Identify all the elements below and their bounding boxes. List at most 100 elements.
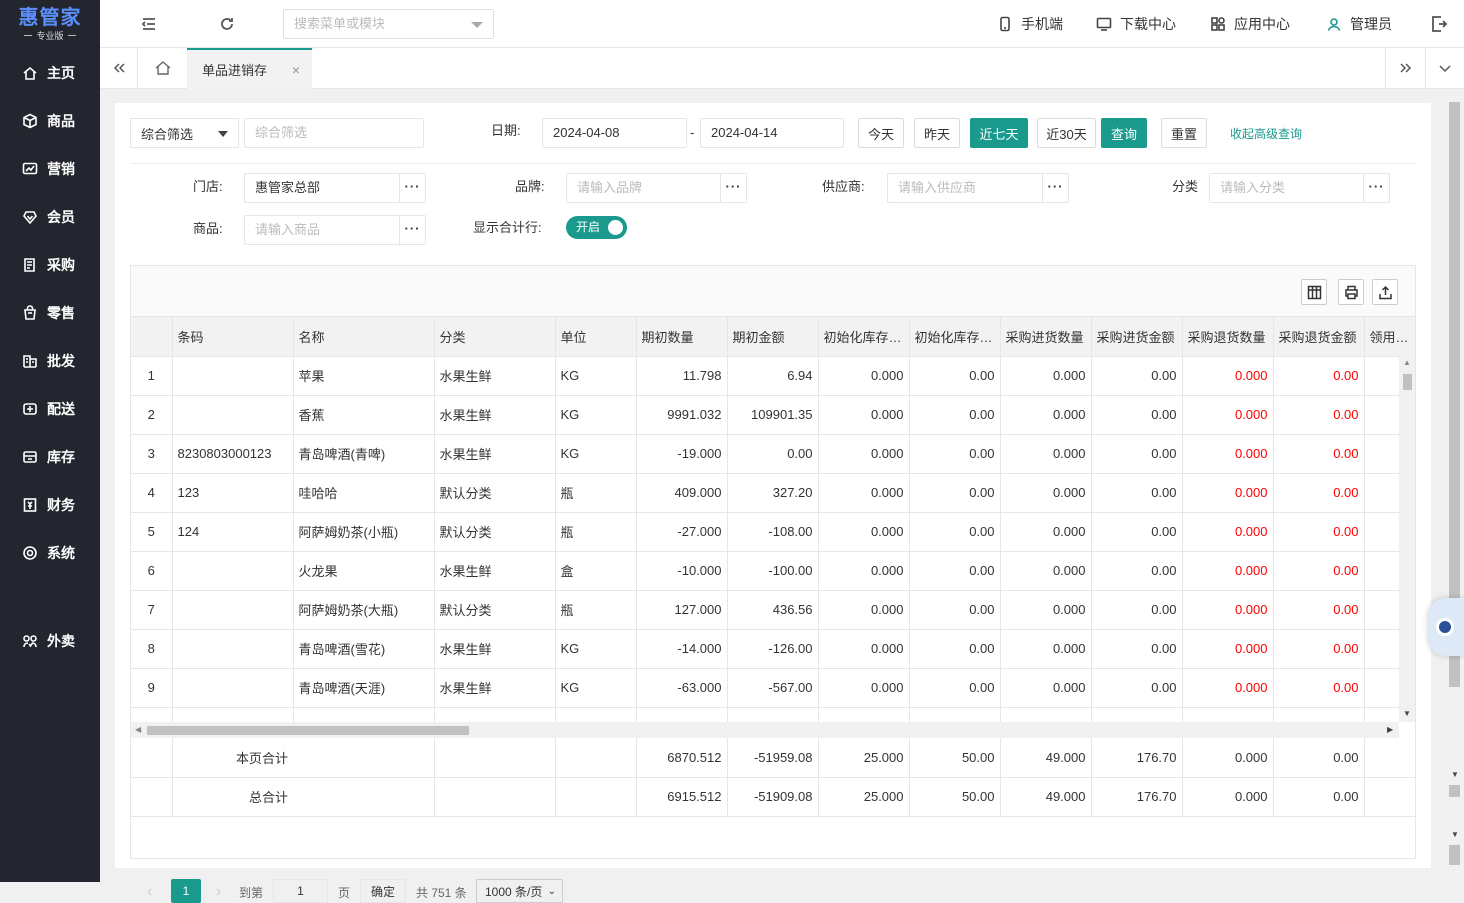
page-scrollbar[interactable]: ▼ ▼ — [1446, 90, 1464, 882]
combo-filter-input[interactable]: 综合筛选 — [244, 118, 424, 148]
user-menu[interactable]: 管理员 — [1326, 0, 1392, 48]
logout-icon[interactable] — [1430, 15, 1448, 33]
column-header[interactable]: 采购退货金额 — [1273, 317, 1365, 357]
column-header[interactable]: 领用入库 — [1364, 317, 1415, 357]
menu-search-input[interactable]: 搜索菜单或模块 — [283, 9, 494, 39]
sidebar-item-chart[interactable]: 营销 — [0, 149, 100, 189]
close-icon[interactable]: × — [292, 62, 300, 78]
query-button[interactable]: 查询 — [1101, 118, 1147, 148]
tab-home[interactable] — [138, 48, 187, 88]
toggle-knob — [608, 220, 623, 235]
more-icon[interactable]: ··· — [399, 174, 425, 202]
table-row[interactable] — [131, 707, 1399, 722]
sidebar-item-diamond[interactable]: 会员 — [0, 197, 100, 237]
combo-filter-select[interactable]: 综合筛选 — [130, 118, 239, 148]
today-button[interactable]: 今天 — [858, 118, 904, 148]
next-page-icon[interactable]: › — [216, 883, 221, 901]
product-input[interactable]: 请输入商品 ··· — [244, 215, 426, 245]
column-header[interactable]: 条码 — [172, 317, 294, 357]
date-from-input[interactable]: 2024-04-08 — [542, 118, 687, 148]
sidebar-item-building[interactable]: 批发 — [0, 341, 100, 381]
table-cell — [1364, 590, 1399, 630]
export-button[interactable] — [1372, 279, 1398, 305]
sidebar-item-list[interactable]: 采购 — [0, 245, 100, 285]
last-7-days-button[interactable]: 近七天 — [970, 118, 1028, 148]
refresh-icon[interactable] — [217, 14, 237, 34]
vscroll-thumb[interactable] — [1403, 374, 1412, 390]
mobile-link[interactable]: 手机端 — [997, 0, 1063, 48]
column-header[interactable]: 初始化库存数量 — [818, 317, 910, 357]
tab-scroll-left-button[interactable] — [100, 48, 138, 88]
column-header[interactable]: 采购进货金额 — [1091, 317, 1183, 357]
floating-assistant-button[interactable] — [1428, 598, 1464, 656]
page-size-select[interactable]: 1000 条/页 ⌄ — [476, 879, 563, 903]
table-cell: 0.00 — [1091, 473, 1183, 513]
tab-scroll-right-button[interactable] — [1385, 48, 1425, 88]
table-row[interactable]: 9 青岛啤酒(天涯) 水果生鲜 KG -63.000 -567.00 0.000 0.00 0.… — [131, 668, 1399, 708]
table-row[interactable]: 8 青岛啤酒(雪花) 水果生鲜 KG -14.000 -126.00 0.000 0.00 0.… — [131, 629, 1399, 669]
horizontal-scrollbar[interactable]: ◀ ▶ — [131, 722, 1399, 738]
scroll-thumb-secondary[interactable] — [1449, 785, 1460, 797]
more-icon[interactable]: ··· — [399, 216, 425, 244]
tab-single-product-report[interactable]: 单品进销存 × — [187, 48, 312, 89]
total-row-toggle[interactable]: 开启 — [566, 216, 627, 239]
yesterday-button[interactable]: 昨天 — [914, 118, 960, 148]
table-row[interactable]: 7 阿萨姆奶茶(大瓶) 默认分类瓶 127.000 436.56 0.000 0.00 0.0… — [131, 590, 1399, 630]
sidebar-item-finance[interactable]: 财务 — [0, 485, 100, 525]
last-30-days-button[interactable]: 近30天 — [1037, 118, 1096, 148]
scroll-up-arrow-icon[interactable]: ▲ — [1403, 358, 1411, 367]
prev-page-icon[interactable]: ‹ — [147, 883, 152, 901]
column-header[interactable]: 名称 — [293, 317, 435, 357]
sidebar-item-home[interactable]: 主页 — [0, 53, 100, 93]
goto-page-input[interactable]: 1 — [273, 879, 328, 903]
vertical-scrollbar[interactable]: ▲ ▼ — [1399, 356, 1415, 722]
supplier-input[interactable]: 请输入供应商 ··· — [887, 173, 1069, 203]
table-row[interactable]: 5 124 阿萨姆奶茶(小瓶) 默认分类瓶 -27.000 -108.00 0.000 0.0… — [131, 512, 1399, 552]
sidebar-item-bag[interactable]: 零售 — [0, 293, 100, 333]
table-row[interactable]: 6 火龙果 水果生鲜盒 -10.000 -100.00 0.000 0.00 0.000 0.0… — [131, 551, 1399, 591]
scroll-right-arrow-icon[interactable]: ▶ — [1387, 725, 1393, 734]
table-row[interactable]: 3 8230803000123 青岛啤酒(青啤) 水果生鲜 KG -19.000 0.00 0… — [131, 434, 1399, 474]
date-to-input[interactable]: 2024-04-14 — [700, 118, 844, 148]
column-header[interactable]: 采购退货数量 — [1182, 317, 1274, 357]
sidebar-item-box[interactable]: 商品 — [0, 101, 100, 141]
column-header[interactable]: 采购进货数量 — [1000, 317, 1092, 357]
table-row[interactable]: 1 苹果 水果生鲜 KG 11.798 6.94 0.000 0.00 0.000 0.00 0.0… — [131, 356, 1399, 396]
scroll-thumb-tertiary[interactable] — [1449, 845, 1460, 865]
column-header[interactable]: 期初数量 — [636, 317, 728, 357]
sidebar-item-settings[interactable]: 系统 — [0, 533, 100, 573]
sidebar-item-truck[interactable]: 配送 — [0, 389, 100, 429]
logo[interactable]: 惠管家 专业版 — [0, 0, 100, 48]
column-header[interactable]: 期初金额 — [727, 317, 819, 357]
grid-body[interactable]: 1 苹果 水果生鲜 KG 11.798 6.94 0.000 0.00 0.000 0.00 0.0… — [131, 356, 1399, 722]
page-number-current[interactable]: 1 — [171, 879, 201, 903]
scroll-down-arrow-icon[interactable]: ▼ — [1451, 770, 1459, 779]
sidebar-item-takeout[interactable]: 外卖 — [0, 621, 100, 661]
sidebar-item-storage[interactable]: 库存 — [0, 437, 100, 477]
menu-fold-icon[interactable] — [139, 14, 159, 34]
column-header[interactable] — [131, 317, 173, 357]
more-icon[interactable]: ··· — [720, 174, 746, 202]
reset-button[interactable]: 重置 — [1161, 118, 1207, 148]
hscroll-thumb[interactable] — [147, 726, 469, 735]
print-button[interactable] — [1338, 279, 1364, 305]
brand-input[interactable]: 请输入品牌 ··· — [566, 173, 747, 203]
scroll-left-arrow-icon[interactable]: ◀ — [135, 725, 141, 734]
column-header[interactable]: 初始化库存金额 — [909, 317, 1001, 357]
tab-menu-button[interactable] — [1425, 48, 1464, 88]
app-center-link[interactable]: 应用中心 — [1210, 0, 1290, 48]
scroll-down-arrow-icon[interactable]: ▼ — [1403, 709, 1411, 718]
table-row[interactable]: 4 123 哇哈哈 默认分类瓶 409.000 327.20 0.000 0.00 0.000 0… — [131, 473, 1399, 513]
scroll-down-arrow-icon[interactable]: ▼ — [1451, 830, 1459, 839]
column-header[interactable]: 分类 — [434, 317, 556, 357]
download-center-link[interactable]: 下载中心 — [1096, 0, 1176, 48]
more-icon[interactable]: ··· — [1363, 174, 1389, 202]
goto-confirm-button[interactable]: 确定 — [360, 879, 406, 903]
store-input[interactable]: 惠管家总部 ··· — [244, 173, 426, 203]
table-row[interactable]: 2 香蕉 水果生鲜 KG 9991.032 109901.35 0.000 0.00 0.000… — [131, 395, 1399, 435]
collapse-advanced-link[interactable]: 收起高级查询 — [1230, 125, 1302, 142]
column-filter-button[interactable] — [1301, 279, 1327, 305]
column-header[interactable]: 单位 — [555, 317, 637, 357]
category-input[interactable]: 请输入分类 ··· — [1209, 173, 1390, 203]
more-icon[interactable]: ··· — [1042, 174, 1068, 202]
